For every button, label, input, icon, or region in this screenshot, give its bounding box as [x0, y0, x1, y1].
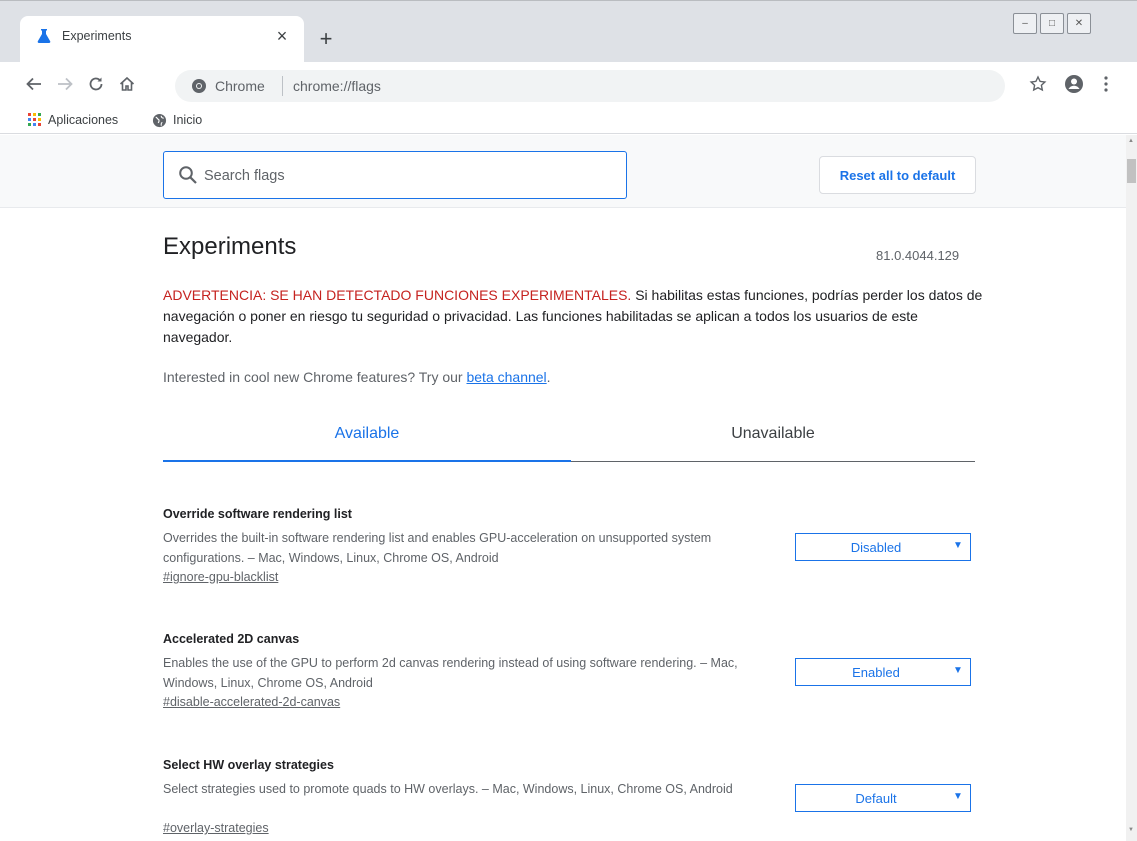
flag-item: Select HW overlay strategies Select stra… — [163, 758, 975, 841]
chrome-logo-icon — [192, 79, 206, 93]
flag-state-select[interactable]: Default ▼ — [795, 784, 971, 812]
scroll-up-icon[interactable]: ▲ — [1128, 138, 1134, 144]
tab-title: Experiments — [62, 29, 132, 43]
flags-page: Reset all to default Experiments 81.0.40… — [0, 135, 1126, 841]
flag-anchor-link[interactable]: #overlay-strategies — [163, 821, 269, 835]
address-bar[interactable]: Chrome chrome://flags — [175, 70, 1005, 102]
search-header: Reset all to default — [0, 135, 1126, 208]
maximize-button[interactable]: □ — [1040, 13, 1064, 34]
omnibox-separator — [282, 76, 283, 96]
browser-toolbar: Chrome chrome://flags — [0, 62, 1137, 106]
globe-icon — [152, 113, 167, 127]
warning-text: ADVERTENCIA: SE HAN DETECTADO FUNCIONES … — [163, 285, 983, 348]
flag-item: Override software rendering list Overrid… — [163, 507, 975, 607]
bookmarks-bar: Aplicaciones Inicio — [0, 106, 1137, 134]
flag-state-select[interactable]: Enabled ▼ — [795, 658, 971, 686]
dropdown-arrow-icon: ▼ — [953, 791, 963, 802]
home-icon — [119, 76, 135, 91]
page-title: Experiments — [163, 233, 297, 260]
account-circle-icon — [1065, 75, 1083, 93]
beta-channel-link[interactable]: beta channel — [466, 369, 546, 385]
beta-suffix: . — [546, 369, 551, 385]
bookmark-star-button[interactable] — [1026, 72, 1050, 96]
new-tab-button[interactable]: + — [314, 28, 338, 52]
beta-text: Interested in cool new Chrome features? … — [163, 369, 463, 385]
flag-description: Enables the use of the GPU to perform 2d… — [163, 656, 738, 690]
bookmark-aplicaciones[interactable]: Aplicaciones — [28, 111, 118, 129]
beta-promo: Interested in cool new Chrome features? … — [163, 369, 551, 385]
version-label: 81.0.4044.129 — [876, 248, 960, 263]
warning-prefix: ADVERTENCIA: SE HAN DETECTADO FUNCIONES … — [163, 287, 632, 303]
tab-available[interactable]: Available — [163, 417, 571, 462]
tab-unavailable[interactable]: Unavailable — [571, 417, 975, 462]
apps-grid-icon — [28, 113, 41, 126]
flag-state-value: Enabled — [852, 665, 900, 680]
tab-close-icon[interactable]: × — [272, 26, 292, 46]
flag-name: Select HW overlay strategies — [163, 758, 334, 772]
window-controls: – □ ✕ — [1013, 13, 1091, 34]
page-scrollbar[interactable]: ▲ ▼ — [1126, 135, 1137, 841]
search-input[interactable] — [204, 164, 604, 188]
reload-icon — [89, 77, 103, 91]
scroll-down-icon[interactable]: ▼ — [1128, 827, 1134, 833]
back-arrow-icon — [26, 77, 41, 91]
search-box[interactable] — [163, 151, 627, 199]
dropdown-arrow-icon: ▼ — [953, 540, 963, 551]
profile-button[interactable] — [1062, 72, 1086, 96]
bookmark-inicio[interactable]: Inicio — [152, 111, 202, 129]
browser-tab-experiments[interactable]: Experiments × — [20, 16, 304, 62]
flag-item: Accelerated 2D canvas Enables the use of… — [163, 632, 975, 732]
bookmark-label: Aplicaciones — [48, 113, 119, 127]
flag-name: Accelerated 2D canvas — [163, 632, 300, 646]
omnibox-url[interactable]: chrome://flags — [293, 78, 381, 94]
flag-name: Override software rendering list — [163, 507, 352, 521]
back-button[interactable] — [22, 72, 46, 96]
flag-anchor-link[interactable]: #disable-accelerated-2d-canvas — [163, 695, 340, 709]
flag-state-select[interactable]: Disabled ▼ — [795, 533, 971, 561]
flag-description: Overrides the built-in software renderin… — [163, 531, 712, 565]
flag-anchor-link[interactable]: #ignore-gpu-blacklist — [163, 570, 278, 584]
forward-button[interactable] — [53, 72, 77, 96]
flag-state-value: Disabled — [850, 540, 902, 555]
flask-icon — [37, 29, 51, 43]
omnibox-site: Chrome — [215, 78, 265, 94]
bookmark-label: Inicio — [173, 113, 203, 127]
more-vert-icon — [1104, 76, 1108, 92]
star-icon — [1029, 75, 1047, 92]
home-button[interactable] — [115, 72, 139, 96]
flag-state-value: Default — [855, 791, 897, 806]
flags-tabs: Available Unavailable — [163, 417, 975, 462]
dropdown-arrow-icon: ▼ — [953, 665, 963, 676]
search-icon — [179, 166, 197, 184]
scroll-thumb[interactable] — [1127, 159, 1136, 183]
flag-description: Select strategies used to promote quads … — [163, 782, 733, 796]
minimize-button[interactable]: – — [1013, 13, 1037, 34]
forward-arrow-icon — [58, 77, 73, 91]
reset-all-button[interactable]: Reset all to default — [819, 156, 976, 194]
close-window-button[interactable]: ✕ — [1067, 13, 1091, 34]
menu-button[interactable] — [1094, 72, 1118, 96]
tab-strip: Experiments × + – □ ✕ — [0, 0, 1137, 62]
reload-button[interactable] — [84, 72, 108, 96]
